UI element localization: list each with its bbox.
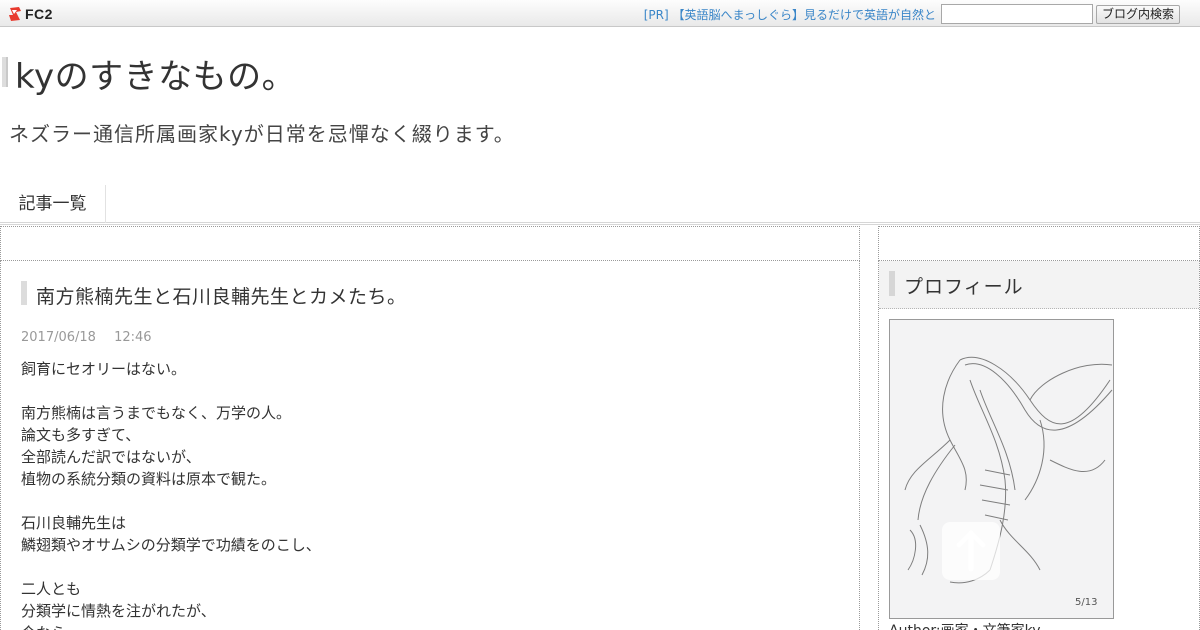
entry-line: 今なら <box>21 622 841 630</box>
entry-time: 12:46 <box>114 330 152 345</box>
sketch-drawing: 5/13 <box>890 320 1113 618</box>
entry-line: 論文も多すぎて、 <box>21 426 141 444</box>
entry-body: 飼育にセオリーはない。 南方熊楠は言うまでもなく、万学の人。 論文も多すぎて、 … <box>21 358 841 630</box>
profile-title: プロフィール <box>904 276 1024 298</box>
fc2-logo-text: FC2 <box>25 5 53 22</box>
profile-header-accent <box>889 271 895 296</box>
arrow-up-icon <box>956 530 986 572</box>
profile-image[interactable]: 5/13 <box>889 319 1114 619</box>
profile-author: Author:画家・文筆家ky <box>889 620 1041 630</box>
fc2-logo[interactable]: FC2 <box>7 4 53 23</box>
entry-title-accent <box>21 281 27 305</box>
entry-line: 鱗翅類やオサムシの分類学で功績をのこし、 <box>21 536 321 554</box>
entry-line: 二人とも <box>21 580 82 598</box>
entry-line: 石川良輔先生は <box>21 514 127 532</box>
blog-search-button[interactable]: ブログ内検索 <box>1096 5 1180 24</box>
blog-search-input[interactable] <box>941 4 1093 24</box>
main-top-strip <box>0 226 860 261</box>
blog-title[interactable]: kyのすきなもの。 <box>15 49 296 98</box>
entry-line: 南方熊楠は言うまでもなく、万学の人。 <box>21 404 292 422</box>
entry-line: 植物の系統分類の資料は原本で観た。 <box>21 470 277 488</box>
back-to-top-button[interactable] <box>942 522 1000 580</box>
fc2-topbar: FC2 [PR] 【英語脳へまっしぐら】見るだけで英語が自然と ブログ内検索 <box>0 0 1200 27</box>
title-accent-bar <box>2 57 8 87</box>
entry-line: 飼育にセオリーはない。 <box>21 360 187 378</box>
entry-date: 2017/06/18 <box>21 330 96 345</box>
entry-datetime: 2017/06/18 12:46 <box>21 330 166 345</box>
entry-title[interactable]: 南方熊楠先生と石川良輔先生とカメたち。 <box>36 282 407 309</box>
entry-line <box>21 380 841 402</box>
pr-ad-link[interactable]: [PR] 【英語脳へまっしぐら】見るだけで英語が自然と <box>644 6 936 23</box>
fc2-logo-icon <box>9 6 21 21</box>
side-top-strip <box>878 226 1200 261</box>
blog-description: ネズラー通信所属画家kyが日常を忌憚なく綴ります。 <box>9 122 515 146</box>
entry-line <box>21 556 841 578</box>
entry-line <box>21 490 841 512</box>
global-nav: 記事一覧 <box>0 185 1200 225</box>
entry-line: 全部読んだ訳ではないが、 <box>21 448 201 466</box>
nav-item-article-list[interactable]: 記事一覧 <box>0 185 106 223</box>
entry-line: 分類学に情熱を注がれたが、 <box>21 602 216 620</box>
svg-text:5/13: 5/13 <box>1075 597 1097 608</box>
